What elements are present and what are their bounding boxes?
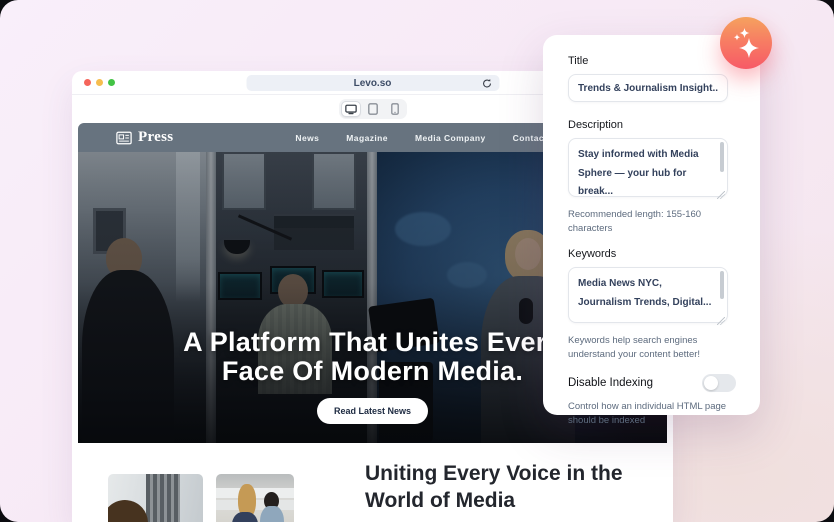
- mobile-icon[interactable]: [385, 101, 405, 117]
- keywords-field-label: Keywords: [568, 248, 736, 260]
- keywords-resize-handle[interactable]: [717, 317, 725, 325]
- article-thumbnail-city: [108, 474, 203, 522]
- disable-indexing-toggle[interactable]: [702, 374, 736, 392]
- zoom-window-button[interactable]: [108, 79, 115, 86]
- indexing-helper-text: Control how an individual HTML page shou…: [568, 400, 738, 427]
- address-bar[interactable]: Levo.so: [246, 75, 499, 91]
- title-field-label: Title: [568, 55, 736, 67]
- site-nav: News Magazine Media Company Contact: [295, 133, 547, 143]
- description-scrollbar[interactable]: [720, 142, 724, 172]
- close-window-button[interactable]: [84, 79, 91, 86]
- minimize-window-button[interactable]: [96, 79, 103, 86]
- brand-name: Press: [138, 129, 173, 146]
- disable-indexing-row: Disable Indexing: [568, 374, 736, 392]
- title-input[interactable]: [568, 74, 728, 102]
- keywords-scrollbar[interactable]: [720, 271, 724, 299]
- keywords-helper-text: Keywords help search engines understand …: [568, 334, 738, 361]
- tablet-icon[interactable]: [363, 101, 383, 117]
- refresh-icon[interactable]: [481, 78, 492, 89]
- traffic-lights: [84, 79, 115, 86]
- newspaper-icon: [116, 131, 132, 145]
- nav-item-magazine[interactable]: Magazine: [346, 133, 388, 143]
- below-fold-section: Uniting Every Voice in the World of Medi…: [78, 443, 667, 522]
- article-thumbnail-office: [216, 474, 294, 522]
- keywords-textarea[interactable]: Media News NYC, Journalism Trends, Digit…: [568, 267, 728, 323]
- sparkles-icon: [729, 26, 763, 60]
- nav-item-news[interactable]: News: [295, 133, 319, 143]
- description-field-label: Description: [568, 119, 736, 131]
- seo-settings-panel: Title Description Stay informed with Med…: [543, 35, 760, 415]
- screenshot-canvas: Levo.so: [0, 0, 834, 522]
- url-text: Levo.so: [354, 78, 392, 89]
- description-resize-handle[interactable]: [717, 191, 725, 199]
- description-field-wrap: Stay informed with Media Sphere — your h…: [568, 138, 728, 202]
- site-logo[interactable]: Press: [116, 129, 173, 146]
- ai-assistant-button[interactable]: [720, 17, 772, 69]
- section-heading: Uniting Every Voice in the World of Medi…: [365, 460, 623, 514]
- desktop-icon[interactable]: [341, 101, 361, 117]
- device-switcher: [339, 99, 407, 119]
- nav-item-media-company[interactable]: Media Company: [415, 133, 486, 143]
- disable-indexing-label: Disable Indexing: [568, 377, 653, 389]
- description-helper-text: Recommended length: 155-160 characters: [568, 208, 738, 235]
- keywords-field-wrap: Media News NYC, Journalism Trends, Digit…: [568, 267, 728, 328]
- description-textarea[interactable]: Stay informed with Media Sphere — your h…: [568, 138, 728, 197]
- read-latest-news-button[interactable]: Read Latest News: [317, 398, 428, 424]
